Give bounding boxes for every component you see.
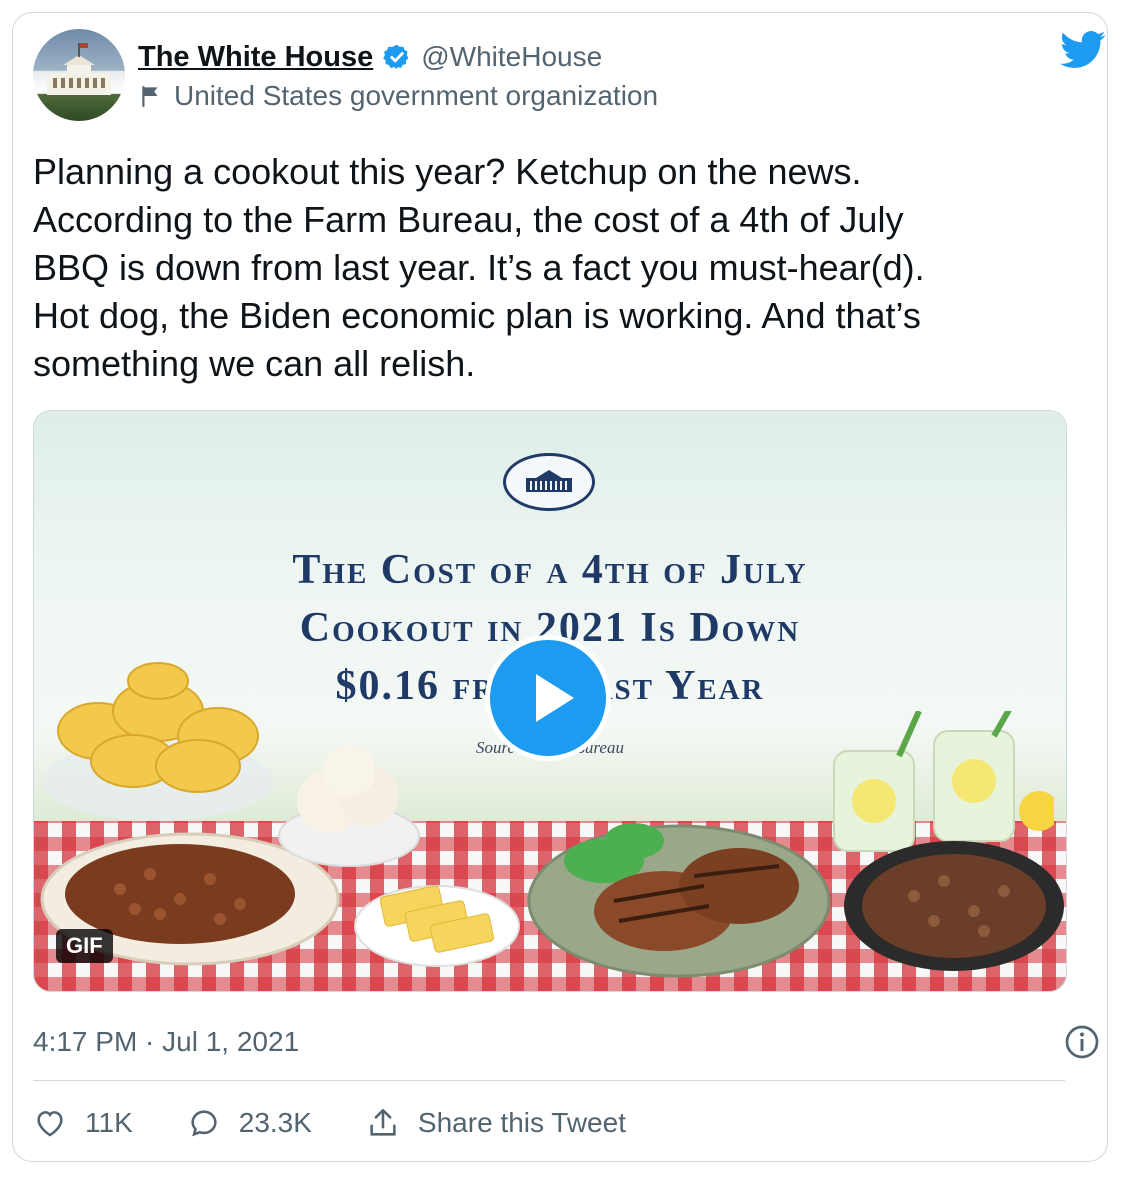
- reply-icon: [191, 1110, 217, 1137]
- flag-icon: [142, 86, 158, 107]
- info-icon[interactable]: [1064, 1024, 1100, 1060]
- twitter-bird-icon[interactable]: [1060, 30, 1106, 70]
- reply-count: 23.3K: [238, 1107, 312, 1138]
- steak-plate: [524, 791, 834, 981]
- divider: [33, 1080, 1065, 1081]
- author-handle[interactable]: @WhiteHouse: [421, 41, 602, 73]
- reply-button[interactable]: 23.3K: [187, 1106, 312, 1140]
- play-button[interactable]: [485, 635, 611, 761]
- like-count: 11K: [85, 1107, 133, 1138]
- share-label: Share this Tweet: [417, 1107, 626, 1138]
- cheese-plate: [352, 861, 522, 971]
- headline-line-1: The Cost of a 4th of July: [292, 547, 808, 593]
- account-label[interactable]: United States government organization: [174, 80, 658, 112]
- tweet-media-gif[interactable]: The Cost of a 4th of July Cookout in 202…: [33, 410, 1067, 992]
- play-icon: [536, 674, 574, 722]
- share-icon: [370, 1108, 396, 1136]
- avatar[interactable]: [33, 29, 125, 121]
- verified-badge-icon: [383, 44, 409, 70]
- share-button[interactable]: Share this Tweet: [366, 1106, 626, 1140]
- chips-bowl: [38, 661, 278, 831]
- heart-icon: [37, 1111, 63, 1137]
- author-name[interactable]: The White House: [138, 41, 373, 74]
- like-button[interactable]: 11K: [33, 1106, 133, 1140]
- gif-badge: GIF: [56, 929, 113, 963]
- ice-cream-bowl: [274, 741, 424, 871]
- tweet-timestamp[interactable]: 4:17 PM · Jul 1, 2021: [33, 1026, 299, 1058]
- ground-beef-skillet: [824, 811, 1064, 981]
- tweet-text: Planning a cookout this year? Ketchup on…: [33, 151, 925, 384]
- tweet-actions: 11K 23.3K Share this Tweet: [33, 1100, 680, 1146]
- white-house-seal-icon: [503, 453, 595, 511]
